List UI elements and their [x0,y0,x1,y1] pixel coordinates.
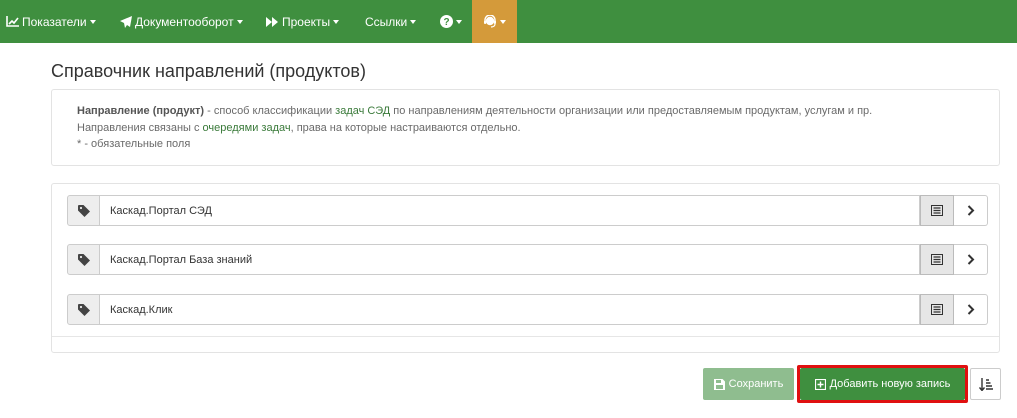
top-navbar: Показатели Документооборот Проекты Ссылк… [0,0,1017,43]
sort-order-icon [978,377,993,391]
info-text: по направлениям деятельности организации… [390,105,873,117]
svg-text:?: ? [443,17,449,28]
details-button[interactable] [920,244,954,275]
info-panel: Направление (продукт) - способ классифик… [51,89,1000,166]
details-button[interactable] [920,195,954,226]
tag-icon [67,294,100,325]
list-divider [52,336,999,337]
sort-button[interactable] [970,368,1001,400]
nav-indicators-label: Показатели [22,14,87,29]
nav-links-label: Ссылки [365,14,408,29]
fast-forward-icon [266,16,279,27]
chevron-down-icon [333,20,340,24]
nav-indicators[interactable]: Показатели [6,0,96,43]
info-text: - способ классификации [204,105,336,117]
nav-docflow-label: Документооборот [135,14,234,29]
open-button[interactable] [954,195,988,226]
direction-name[interactable]: Каскад.Портал СЭД [100,195,920,226]
save-button-label: Сохранить [728,378,784,390]
info-text: , права на которые настраиваются отдельн… [290,122,521,134]
page-title: Справочник направлений (продуктов) [51,61,366,81]
directions-list: Каскад.Портал СЭД Каскад.Портал База зна… [51,183,1000,353]
chevron-right-icon [967,254,975,265]
required-fields-note: * - обязательные поля [77,138,191,150]
details-button[interactable] [920,294,954,325]
chevron-down-icon [410,20,417,24]
add-new-record-label: Добавить новую запись [829,378,951,390]
chevron-right-icon [967,304,975,315]
nav-docflow[interactable]: Документооборот [120,0,243,43]
chevron-right-icon [967,205,975,216]
nav-support[interactable] [472,0,517,43]
info-line-2: Направления связаны с очередями задач, п… [77,122,521,134]
save-button[interactable]: Сохранить [703,368,794,400]
list-alt-icon [931,304,943,315]
chevron-down-icon [236,20,243,24]
chevron-down-icon [500,20,506,24]
info-line-1: Направление (продукт) - способ классифик… [77,105,872,117]
add-new-record-button[interactable]: Добавить новую запись [800,368,965,400]
nav-projects-label: Проекты [282,14,331,29]
nav-projects[interactable]: Проекты [266,0,340,43]
chevron-down-icon [89,20,96,24]
chart-line-icon [6,16,19,27]
info-term: Направление (продукт) [77,105,205,117]
question-circle-icon: ? [440,15,453,28]
plus-square-icon [814,378,826,390]
direction-name[interactable]: Каскад.Клик [100,294,920,325]
open-button[interactable] [954,244,988,275]
list-item: Каскад.Портал СЭД [67,195,988,226]
list-item: Каскад.Портал База знаний [67,244,988,275]
direction-name[interactable]: Каскад.Портал База знаний [100,244,920,275]
chevron-down-icon [456,20,462,24]
link-sed-tasks[interactable]: задач СЭД [335,105,390,117]
tag-icon [67,195,100,226]
nav-links[interactable]: Ссылки [365,0,417,43]
link-task-queues[interactable]: очередями задач [203,122,291,134]
floppy-disk-icon [713,378,725,390]
list-alt-icon [931,205,943,216]
open-button[interactable] [954,294,988,325]
support-agent-icon [483,15,497,28]
info-text: Направления связаны с [77,122,203,134]
paper-plane-icon [120,15,132,28]
list-item: Каскад.Клик [67,294,988,325]
list-alt-icon [931,254,943,265]
tag-icon [67,244,100,275]
nav-help[interactable]: ? [440,0,462,43]
